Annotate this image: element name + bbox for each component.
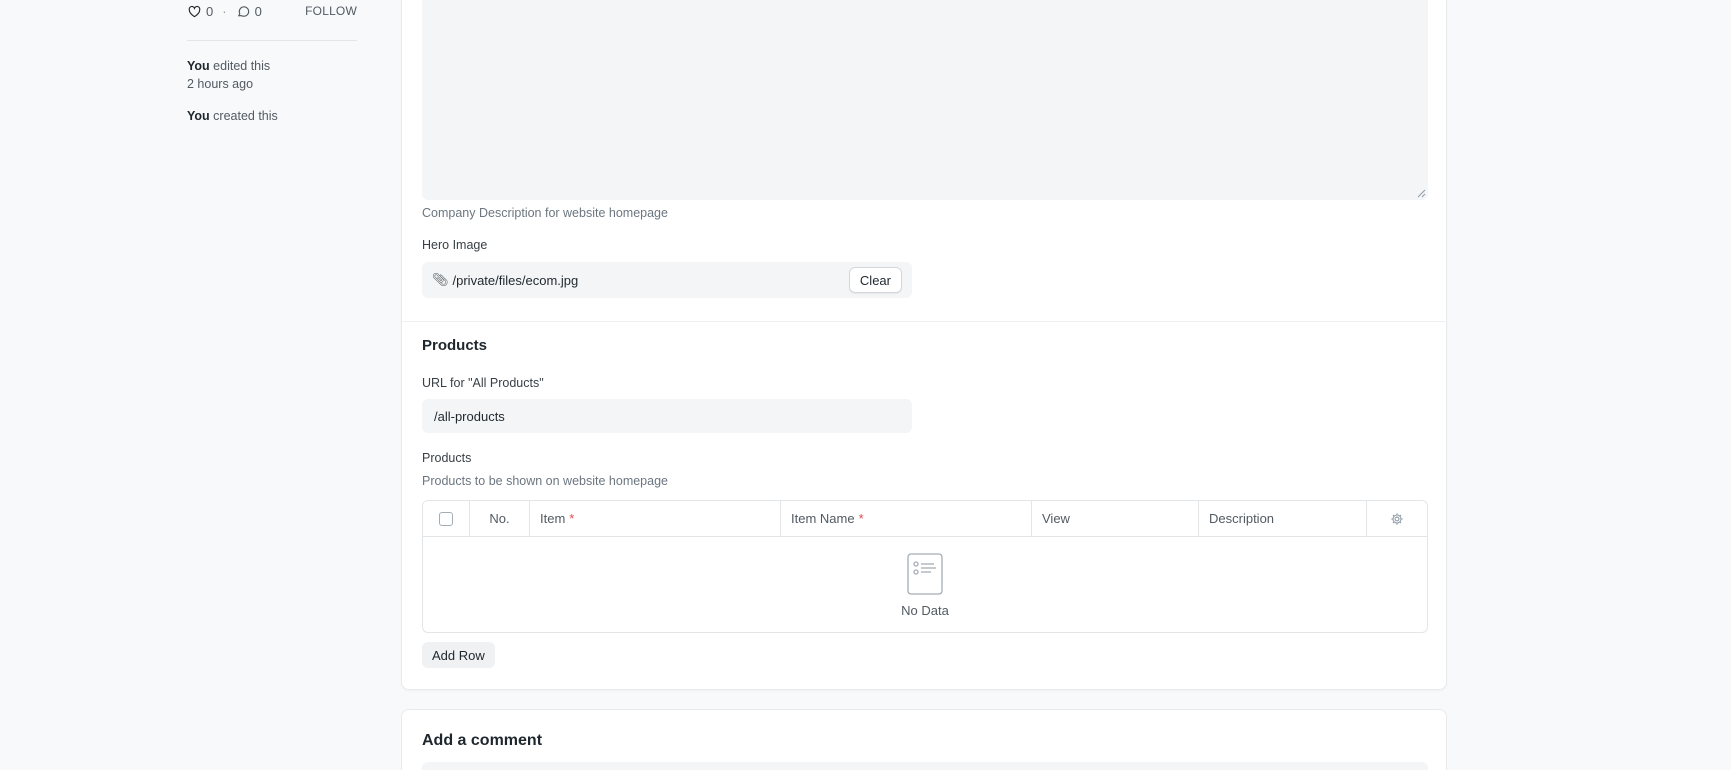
- activity-actor: You: [187, 59, 210, 73]
- column-view: View: [1032, 501, 1199, 536]
- like-count[interactable]: 0: [187, 4, 213, 19]
- activity-item: You edited this 2 hours ago: [187, 57, 357, 93]
- required-marker: *: [858, 511, 864, 526]
- column-item: Item *: [530, 501, 781, 536]
- column-description-label: Description: [1209, 511, 1275, 526]
- products-table-help: Products to be shown on website homepage: [422, 474, 668, 488]
- comment-input[interactable]: [422, 762, 1428, 770]
- resize-grip-icon[interactable]: [1417, 189, 1426, 198]
- company-description-textarea[interactable]: [422, 0, 1428, 200]
- url-label: URL for "All Products": [422, 376, 544, 390]
- select-all-checkbox[interactable]: [439, 511, 453, 526]
- sidebar-divider: [187, 40, 357, 41]
- table-empty-state: No Data: [423, 537, 1427, 632]
- hero-image-field[interactable]: 📎︎ /private/files/ecom.jpg Clear: [422, 262, 912, 298]
- products-table-label: Products: [422, 451, 472, 465]
- select-all-cell: [423, 501, 470, 536]
- section-divider: [402, 321, 1447, 322]
- activity-action: edited this: [213, 59, 271, 73]
- products-table: No. Item * Item Name * View Description: [422, 500, 1428, 633]
- column-view-label: View: [1042, 511, 1070, 526]
- form-card: Company Description for website homepage…: [401, 0, 1447, 690]
- like-count-value: 0: [206, 3, 214, 19]
- hero-image-value[interactable]: /private/files/ecom.jpg: [453, 273, 579, 288]
- add-comment-title: Add a comment: [422, 732, 543, 749]
- column-no-label: No.: [489, 511, 510, 526]
- clear-button[interactable]: Clear: [848, 267, 902, 293]
- products-section-title: Products: [422, 337, 488, 354]
- all-products-url-input[interactable]: [422, 399, 912, 433]
- gear-icon[interactable]: [1390, 512, 1404, 526]
- activity-action: created this: [213, 109, 278, 123]
- table-header: No. Item * Item Name * View Description: [423, 501, 1427, 537]
- follow-button[interactable]: FOLLOW: [305, 4, 357, 18]
- column-item-name: Item Name *: [781, 501, 1032, 536]
- column-no: No.: [470, 501, 530, 536]
- add-row-button[interactable]: Add Row: [422, 642, 495, 668]
- activity-time: 2 hours ago: [187, 77, 254, 91]
- sidebar: 0 · 0 FOLLOW You edited this 2 hours ago…: [187, 0, 357, 125]
- description-help-text: Company Description for website homepage: [422, 206, 668, 220]
- comment-count-value: 0: [254, 3, 262, 19]
- column-item-label: Item: [540, 511, 566, 526]
- column-item-name-label: Item Name: [791, 511, 855, 526]
- separator-dot: ·: [222, 3, 227, 19]
- column-description: Description: [1199, 501, 1367, 536]
- activity-item: You created this: [187, 107, 357, 125]
- hero-image-label: Hero Image: [422, 238, 488, 252]
- comment-card: Add a comment: [401, 709, 1447, 770]
- required-marker: *: [569, 511, 575, 526]
- no-data-text: No Data: [901, 602, 949, 618]
- empty-list-icon: [907, 552, 943, 595]
- paperclip-icon: 📎︎: [432, 272, 449, 287]
- activity-actor: You: [187, 109, 210, 123]
- comment-count[interactable]: 0: [236, 4, 262, 19]
- heart-icon: [188, 5, 201, 17]
- stats-row: 0 · 0 FOLLOW: [187, 0, 357, 22]
- column-settings[interactable]: [1367, 501, 1427, 536]
- comment-icon: [237, 5, 249, 17]
